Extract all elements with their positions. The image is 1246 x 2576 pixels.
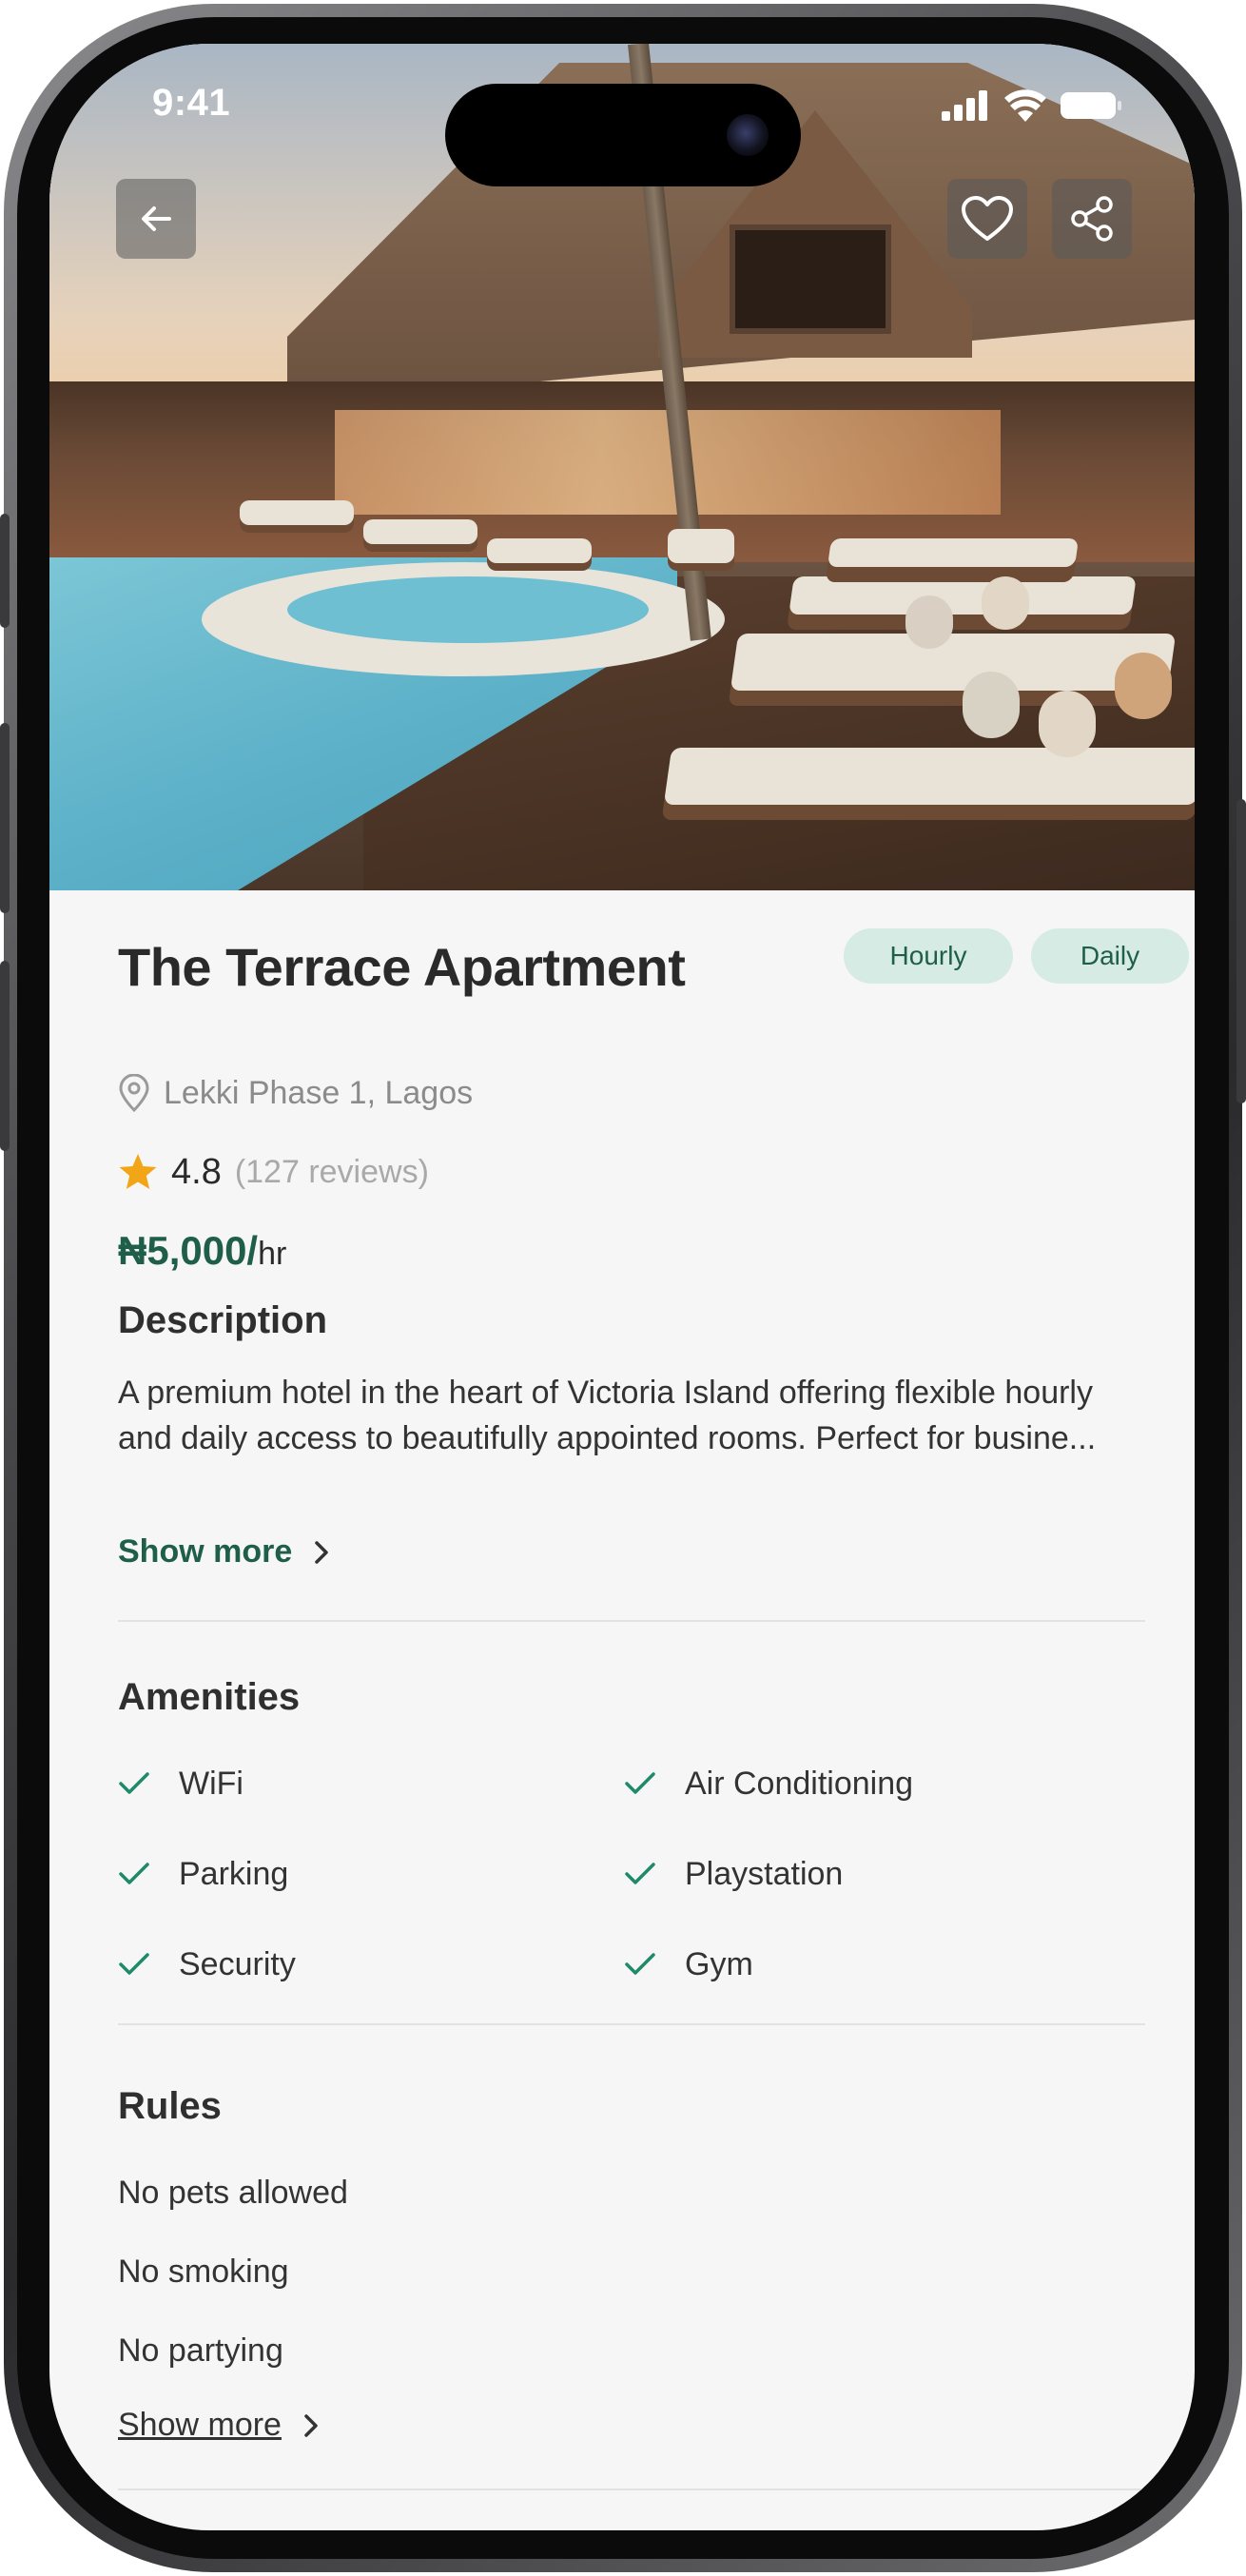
screen: 9:41 The Terrace Apartment Hourly Daily … — [49, 44, 1195, 2530]
favorite-button[interactable] — [947, 179, 1027, 259]
check-icon — [119, 1863, 149, 1884]
amenity-item: WiFi — [118, 1760, 243, 1807]
volume-down-button — [0, 961, 10, 1151]
amenity-label: WiFi — [179, 1765, 243, 1802]
description-text: A premium hotel in the heart of Victoria… — [118, 1375, 1097, 1456]
tag-daily[interactable]: Daily — [1031, 928, 1189, 984]
location-text: Lekki Phase 1, Lagos — [164, 1074, 474, 1111]
rating-value: 4.8 — [171, 1151, 222, 1192]
status-icons — [942, 89, 1122, 122]
show-more-label: Show more — [118, 1533, 293, 1570]
review-count: (127 reviews) — [234, 1153, 429, 1190]
location-pin-icon — [119, 1074, 149, 1112]
check-icon — [119, 1953, 149, 1975]
divider — [118, 1620, 1145, 1622]
chevron-right-icon — [315, 1540, 328, 1564]
check-icon — [625, 1953, 655, 1975]
amenity-item: Gym — [624, 1941, 753, 1988]
price: ₦5,000/hr — [118, 1228, 286, 1274]
check-icon — [119, 1772, 149, 1794]
rating: 4.8 (127 reviews) — [118, 1147, 429, 1197]
check-icon — [625, 1863, 655, 1884]
share-icon — [1071, 196, 1113, 242]
rule-item: No partying — [118, 2332, 283, 2369]
tag-hourly[interactable]: Hourly — [844, 928, 1013, 984]
description-show-more-button[interactable]: Show more — [118, 1533, 330, 1571]
amenity-item: Parking — [118, 1850, 288, 1898]
dynamic-island — [445, 84, 801, 186]
amenity-item: Security — [118, 1941, 296, 1988]
amenity-item: Playstation — [624, 1850, 843, 1898]
location: Lekki Phase 1, Lagos — [118, 1069, 473, 1117]
title-row: The Terrace Apartment Hourly Daily — [118, 928, 1189, 1005]
rules-heading: Rules — [118, 2085, 222, 2127]
heart-icon — [962, 196, 1013, 241]
description-heading: Description — [118, 1299, 328, 1341]
star-icon — [119, 1154, 157, 1189]
amenity-label: Security — [179, 1945, 296, 1982]
battery-icon — [1061, 92, 1121, 119]
power-button — [1236, 799, 1246, 1103]
check-icon — [625, 1772, 655, 1794]
amenity-label: Gym — [685, 1945, 753, 1982]
camera-icon — [727, 114, 769, 156]
arrow-left-icon — [142, 206, 171, 231]
status-time: 9:41 — [152, 82, 231, 124]
back-button[interactable] — [116, 179, 196, 259]
wifi-icon — [1004, 89, 1046, 122]
action-button — [0, 514, 10, 628]
rule-item: No pets allowed — [118, 2175, 348, 2211]
amenity-label: Playstation — [685, 1855, 844, 1892]
price-unit: hr — [258, 1236, 287, 1272]
amenity-label: Air Conditioning — [685, 1765, 914, 1802]
amenities-heading: Amenities — [118, 1676, 301, 1718]
rules-show-more-button[interactable]: Show more — [118, 2407, 320, 2444]
show-more-label: Show more — [118, 2407, 282, 2443]
chevron-right-icon — [304, 2413, 318, 2437]
price-amount: ₦5,000/ — [118, 1228, 259, 1273]
divider — [118, 2023, 1145, 2025]
share-button[interactable] — [1052, 179, 1132, 259]
amenity-label: Parking — [179, 1855, 289, 1892]
property-title: The Terrace Apartment — [118, 937, 686, 997]
volume-up-button — [0, 723, 10, 913]
cellular-signal-icon — [942, 90, 987, 121]
rule-item: No smoking — [118, 2254, 289, 2290]
amenity-item: Air Conditioning — [624, 1760, 913, 1807]
divider — [118, 2488, 1145, 2490]
